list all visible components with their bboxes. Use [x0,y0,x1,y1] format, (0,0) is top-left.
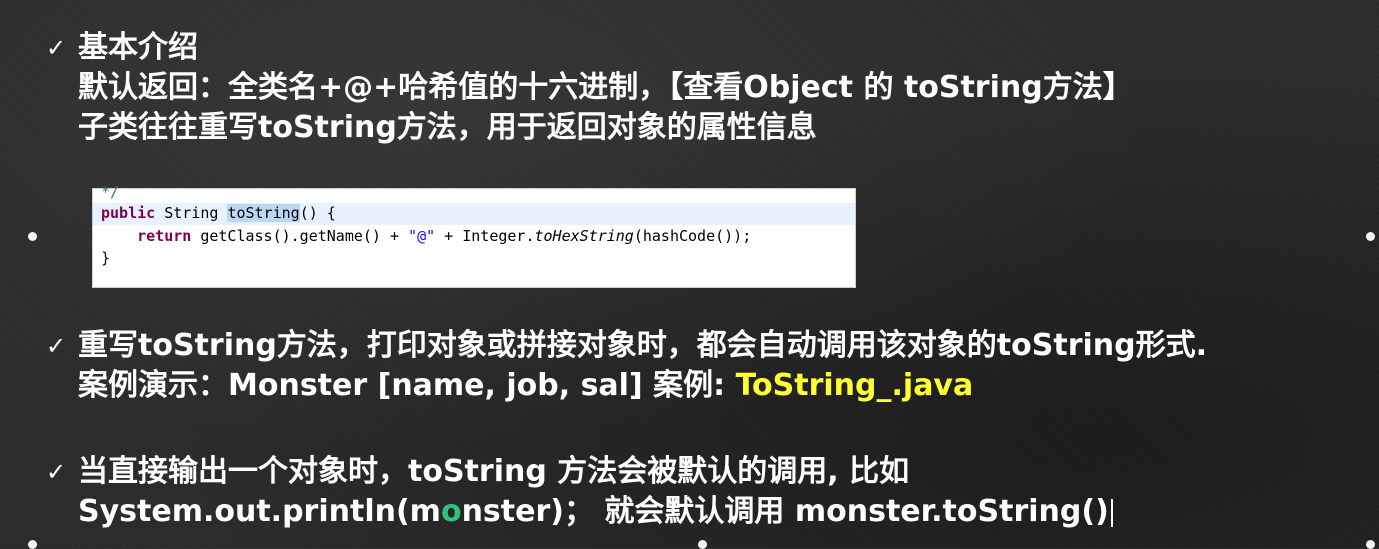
demo-case-line: 案例演示：Monster [name, job, sal] 案例: ToStri… [78,366,1207,406]
check-icon: ✓ [46,332,67,360]
code-string-at: "@" [408,227,436,245]
check-icon: ✓ [46,34,67,62]
bullet-intro: ✓ 基本介绍 默认返回：全类名+@+哈希值的十六进制，【查看Object 的 t… [46,28,1133,148]
code-keyword-return: return [101,227,192,245]
print-example-b: nster)； 就会默认调用 monster.toString() [461,494,1109,529]
check-icon: ✓ [46,458,67,486]
intro-default-return: 默认返回：全类名+@+哈希值的十六进制，【查看Object 的 toString… [78,70,1133,105]
code-snippet: */ public String toString() { return get… [92,183,856,288]
code-tohexstring: toHexString [534,227,634,245]
bullet-print: ✓ 当直接输出一个对象时，toString 方法会被默认的调用, 比如 Syst… [46,452,1113,532]
print-example: System.out.println(monster)； 就会默认调用 mons… [78,492,1113,532]
intro-title: 基本介绍 [78,30,198,65]
code-line-signature: public String toString() { [101,204,336,222]
slide-dot-left [28,232,37,241]
code-type-string: String [155,204,228,222]
code-keyword-public: public [101,204,156,222]
code-line-comment-end: */ [101,183,120,201]
slide-dot-right [1366,232,1375,241]
code-return-c: (hashCode()); [633,227,752,245]
slide: ✓ 基本介绍 默认返回：全类名+@+哈希值的十六进制，【查看Object 的 t… [0,0,1379,549]
print-example-o: o [440,494,462,529]
code-return-a: getClass().getName() + [191,227,409,245]
code-signature-rest: () { [299,204,336,222]
intro-override-note: 子类往往重写toString方法，用于返回对象的属性信息 [78,110,817,145]
code-line-close: } [101,249,111,267]
override-description: 重写toString方法，打印对象或拼接对象时，都会自动调用该对象的toStri… [78,328,1208,363]
print-example-a: System.out.println(m [78,494,441,529]
demo-case-file: ToString_.java [735,368,974,403]
demo-case-prefix: 案例演示：Monster [name, job, sal] 案例: [78,368,736,403]
code-line-return: return getClass().getName() + "@" + Inte… [101,227,751,245]
code-return-b: + Integer. [435,227,535,245]
code-method-name: toString [227,204,300,222]
bullet-override: ✓ 重写toString方法，打印对象或拼接对象时，都会自动调用该对象的toSt… [46,326,1207,406]
text-cursor [1110,498,1113,527]
print-description: 当直接输出一个对象时，toString 方法会被默认的调用, 比如 [78,454,910,489]
